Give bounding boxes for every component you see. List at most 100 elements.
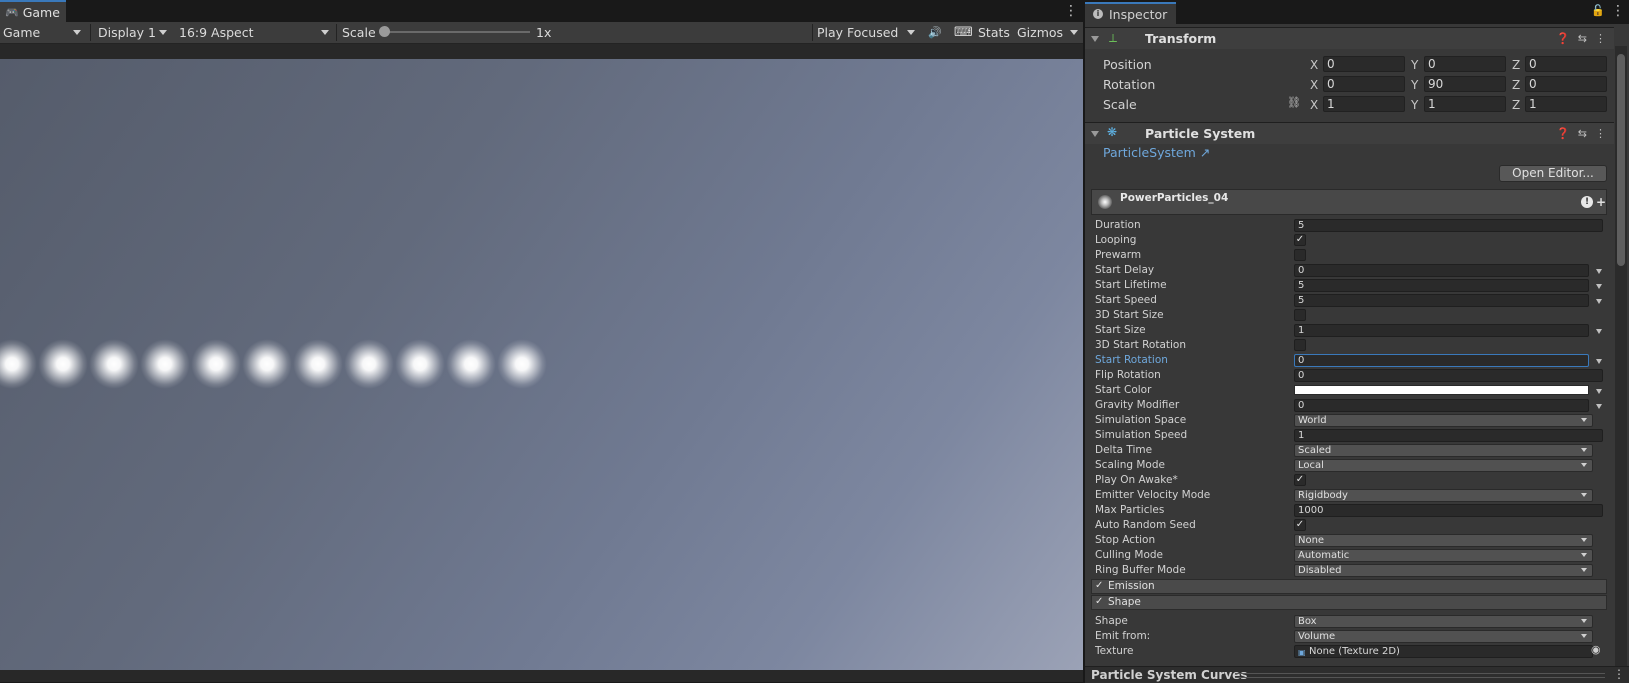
scale-x-field[interactable]: 1 <box>1323 96 1405 112</box>
particle-system-header[interactable]: ❋ Particle System ❓ ⇆ ⋮ <box>1085 122 1614 144</box>
start-rotation-field[interactable]: 0 <box>1294 354 1589 367</box>
delta-time-dropdown[interactable]: Scaled <box>1294 444 1593 457</box>
chevron-down-icon[interactable] <box>1596 269 1602 274</box>
scale-z-field[interactable]: 1 <box>1525 96 1607 112</box>
prewarm-label: Prewarm <box>1095 249 1142 261</box>
ring-buffer-mode-value: Disabled <box>1298 565 1342 576</box>
chevron-down-icon[interactable] <box>1596 284 1602 289</box>
stop-action-value: None <box>1298 535 1325 546</box>
texture-label: Texture <box>1095 645 1134 657</box>
particle-system-script-link[interactable]: ParticleSystem ↗ <box>1103 145 1210 160</box>
culling-mode-dropdown[interactable]: Automatic <box>1294 549 1593 562</box>
panel-menu-icon[interactable]: ⋮ <box>1613 667 1625 681</box>
tab-game[interactable]: 🎮 Game <box>0 0 66 22</box>
particle-system-curves-bar[interactable]: Particle System Curves ⋮ <box>1085 666 1629 683</box>
3d-start-size-checkbox[interactable] <box>1294 309 1306 321</box>
emission-checkbox[interactable]: ✓ <box>1095 581 1105 591</box>
help-icon[interactable]: ❓ <box>1556 32 1570 45</box>
shape-dropdown[interactable]: Box <box>1294 615 1593 628</box>
prewarm-checkbox[interactable] <box>1294 249 1306 261</box>
transform-header[interactable]: ⟂ Transform ❓ ⇆ ⋮ <box>1085 27 1614 49</box>
simulation-space-dropdown[interactable]: World <box>1294 414 1593 427</box>
position-z-field[interactable]: 0 <box>1525 56 1607 72</box>
scale-slider-thumb[interactable] <box>379 26 390 37</box>
component-menu-icon[interactable]: ⋮ <box>1595 32 1606 45</box>
ring-buffer-mode-dropdown[interactable]: Disabled <box>1294 564 1593 577</box>
add-module-icon[interactable]: + <box>1596 195 1606 209</box>
emitter-velocity-mode-dropdown[interactable]: Rigidbody <box>1294 489 1593 502</box>
play-mode-dropdown[interactable]: Play Focused <box>813 22 921 43</box>
start-lifetime-field[interactable]: 5 <box>1294 279 1589 292</box>
display-dropdown[interactable]: Display 1 <box>93 22 173 43</box>
preset-icon[interactable]: ⇆ <box>1578 32 1587 45</box>
flip-rotation-field[interactable]: 0 <box>1294 369 1603 382</box>
inspector-panel: i Inspector 🔓 ⋮ ⟂ Transform ❓ ⇆ ⋮ Positi… <box>1085 0 1629 683</box>
max-particles-field[interactable]: 1000 <box>1294 504 1603 517</box>
chevron-down-icon[interactable] <box>1596 404 1602 409</box>
start-delay-field[interactable]: 0 <box>1294 264 1589 277</box>
start-color-swatch[interactable] <box>1294 385 1589 395</box>
gravity-modifier-field[interactable]: 0 <box>1294 399 1589 412</box>
rotation-y-field[interactable]: 90 <box>1424 76 1506 92</box>
emit-from-value: Volume <box>1298 631 1336 642</box>
shape-checkbox[interactable]: ✓ <box>1095 597 1105 607</box>
axis-y-label: Y <box>1411 78 1419 92</box>
chevron-down-icon[interactable] <box>1596 299 1602 304</box>
chevron-down-icon <box>73 30 81 35</box>
preset-icon[interactable]: ⇆ <box>1578 127 1587 140</box>
duration-field[interactable]: 5 <box>1294 219 1603 232</box>
play-mode-dropdown-label: Play Focused <box>817 25 899 40</box>
shape-module[interactable]: ✓ Shape <box>1091 595 1607 610</box>
simulation-speed-field[interactable]: 1 <box>1294 429 1603 442</box>
component-menu-icon[interactable]: ⋮ <box>1595 127 1606 140</box>
looping-checkbox[interactable]: ✓ <box>1294 234 1306 246</box>
chevron-down-icon[interactable] <box>1596 329 1602 334</box>
gizmos-dropdown[interactable] <box>1066 22 1082 43</box>
tab-inspector[interactable]: i Inspector <box>1085 2 1176 24</box>
inspector-scrollbar-thumb[interactable] <box>1617 54 1625 266</box>
audio-mute-icon[interactable]: 🔊 <box>928 22 942 43</box>
rotation-z-field[interactable]: 0 <box>1525 76 1607 92</box>
game-viewport[interactable] <box>0 59 1083 670</box>
emit-from-dropdown[interactable]: Volume <box>1294 630 1593 643</box>
position-x-field[interactable]: 0 <box>1323 56 1405 72</box>
keyboard-icon[interactable]: ⌨ <box>954 22 973 43</box>
gizmos-button[interactable]: Gizmos <box>1017 22 1063 43</box>
emitter-velocity-mode-value: Rigidbody <box>1298 490 1348 501</box>
warning-icon[interactable]: ! <box>1581 196 1593 208</box>
start-color-label: Start Color <box>1095 384 1152 396</box>
lock-icon[interactable]: 🔓 <box>1591 4 1605 17</box>
panel-menu-icon[interactable]: ⋮ <box>1064 3 1078 19</box>
aspect-dropdown[interactable]: 16:9 Aspect <box>175 22 335 43</box>
chevron-down-icon <box>1581 538 1587 542</box>
chevron-down-icon[interactable] <box>1596 359 1602 364</box>
scaling-mode-label: Scaling Mode <box>1095 459 1165 471</box>
start-size-field[interactable]: 1 <box>1294 324 1589 337</box>
rotation-x-field[interactable]: 0 <box>1323 76 1405 92</box>
particle-asset-header[interactable]: PowerParticles_04 ! + <box>1091 189 1607 215</box>
chevron-down-icon <box>907 30 915 35</box>
stop-action-dropdown[interactable]: None <box>1294 534 1593 547</box>
stats-button[interactable]: Stats <box>978 22 1010 43</box>
object-picker-icon[interactable]: ◉ <box>1591 643 1601 656</box>
resize-grip[interactable] <box>1235 673 1605 678</box>
auto-random-seed-checkbox[interactable]: ✓ <box>1294 519 1306 531</box>
chevron-down-icon <box>1581 619 1587 623</box>
emission-module[interactable]: ✓ Emission <box>1091 579 1607 594</box>
texture-object-field[interactable]: ▣ None (Texture 2D) <box>1294 645 1593 658</box>
mode-dropdown[interactable]: Game <box>0 22 87 43</box>
open-editor-button[interactable]: Open Editor... <box>1499 165 1607 182</box>
start-speed-field[interactable]: 5 <box>1294 294 1589 307</box>
external-link-icon: ↗ <box>1199 145 1211 160</box>
panel-menu-icon[interactable]: ⋮ <box>1611 3 1625 19</box>
scaling-mode-dropdown[interactable]: Local <box>1294 459 1593 472</box>
position-y-field[interactable]: 0 <box>1424 56 1506 72</box>
help-icon[interactable]: ❓ <box>1556 127 1570 140</box>
scale-slider-track[interactable] <box>384 31 530 33</box>
3d-start-rotation-checkbox[interactable] <box>1294 339 1306 351</box>
shape-module-label: Shape <box>1108 596 1141 608</box>
link-icon[interactable]: ⛓ <box>1287 96 1301 109</box>
scale-y-field[interactable]: 1 <box>1424 96 1506 112</box>
chevron-down-icon[interactable] <box>1596 389 1602 394</box>
play-on-awake-checkbox[interactable]: ✓ <box>1294 474 1306 486</box>
